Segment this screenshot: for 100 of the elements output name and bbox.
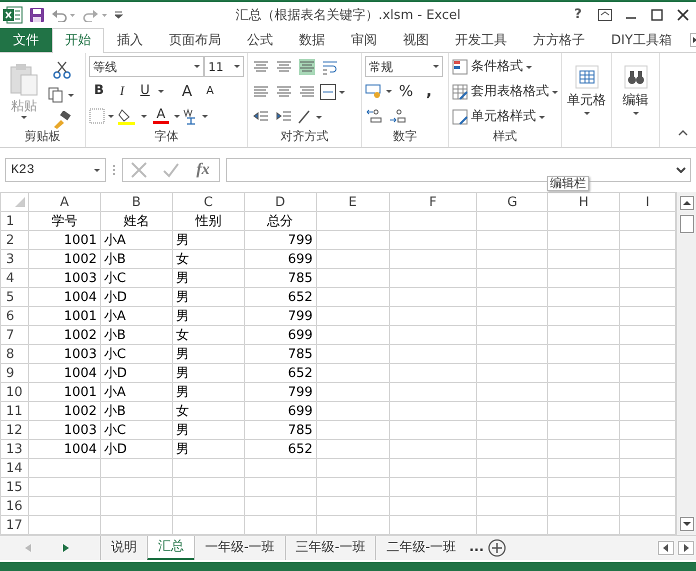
scroll-up-icon[interactable] xyxy=(680,196,694,210)
ribbon-display-icon[interactable] xyxy=(598,9,612,21)
ribbon-tab[interactable]: 公式 xyxy=(234,28,286,52)
format-as-table-button[interactable]: 套用表格格式 xyxy=(452,81,558,103)
column-header[interactable]: I xyxy=(620,192,676,212)
column-header[interactable]: G xyxy=(476,192,548,212)
format-painter-icon[interactable] xyxy=(53,111,71,129)
ribbon-tab[interactable]: 审阅 xyxy=(338,28,390,52)
caret-icon xyxy=(632,112,638,116)
close-icon[interactable] xyxy=(677,9,689,21)
collapse-ribbon-icon[interactable] xyxy=(678,130,688,136)
column-header[interactable]: H xyxy=(548,192,620,212)
cell-styles-button[interactable]: 单元格样式 xyxy=(452,106,545,128)
ribbon-tab[interactable]: DIY工具箱 xyxy=(598,28,685,52)
next-sheet-icon[interactable] xyxy=(63,544,69,552)
increase-decimal-icon[interactable] xyxy=(366,108,384,124)
scroll-down-icon[interactable] xyxy=(680,517,694,531)
bold-button[interactable]: B xyxy=(89,80,109,102)
scroll-left-icon[interactable] xyxy=(658,541,674,555)
maximize-icon[interactable] xyxy=(651,9,663,21)
bottom-align-icon[interactable] xyxy=(299,59,315,75)
more-sheets-indicator[interactable]: ... xyxy=(466,538,487,558)
column-header[interactable]: E xyxy=(316,192,389,212)
column-header[interactable]: A xyxy=(28,192,100,212)
sheet-tab[interactable]: 一年级-一班 xyxy=(194,536,285,560)
insert-function-button[interactable]: fx xyxy=(193,159,213,181)
column-header[interactable]: B xyxy=(100,192,172,212)
scroll-thumb[interactable] xyxy=(680,215,694,233)
help-button[interactable]: ? xyxy=(567,4,589,26)
cell-style-icon xyxy=(452,109,468,125)
orientation-icon[interactable] xyxy=(297,109,323,125)
scissors-icon[interactable] xyxy=(53,61,71,79)
table-cell: 男 xyxy=(172,364,244,382)
merge-center-icon[interactable] xyxy=(320,84,346,100)
decrease-decimal-icon[interactable] xyxy=(389,108,407,124)
fill-color-icon[interactable] xyxy=(118,107,148,125)
copy-icon[interactable] xyxy=(48,87,76,103)
caret-icon xyxy=(21,116,27,120)
number-format-field[interactable]: 常规 xyxy=(365,56,443,77)
new-sheet-icon[interactable] xyxy=(488,539,506,557)
row-header[interactable]: 6 xyxy=(0,306,28,326)
comma-button[interactable]: , xyxy=(419,80,439,102)
row-header[interactable]: 7 xyxy=(0,326,28,344)
sheet-tab[interactable]: 汇总 xyxy=(147,536,194,560)
ribbon-tab[interactable]: 插入 xyxy=(104,28,156,52)
wrap-text-icon[interactable] xyxy=(322,59,338,75)
table-cell: 1003 xyxy=(28,268,100,288)
row-header[interactable]: 10 xyxy=(0,382,28,402)
caret-icon xyxy=(552,90,558,94)
table-cell: 小B xyxy=(100,250,172,268)
row-header[interactable]: 8 xyxy=(0,344,28,364)
row-header[interactable]: 11 xyxy=(0,402,28,420)
font-name-field[interactable]: 等线 xyxy=(89,56,204,77)
table-cell: 小D xyxy=(100,288,172,306)
row-header[interactable]: 15 xyxy=(0,478,28,496)
phonetic-guide-icon[interactable] xyxy=(183,107,209,125)
undo-icon[interactable] xyxy=(51,8,77,22)
column-header[interactable]: F xyxy=(389,192,477,212)
increase-font-size-button[interactable]: A xyxy=(177,80,197,102)
sheet-tab[interactable]: 二年级-一班 xyxy=(375,536,466,560)
name-box[interactable]: K23 xyxy=(5,158,106,182)
column-header[interactable]: C xyxy=(172,192,244,212)
underline-button[interactable]: U xyxy=(135,80,155,102)
row-header[interactable]: 1 xyxy=(0,212,28,230)
save-icon[interactable] xyxy=(29,7,45,23)
conditional-formatting-button[interactable]: 条件格式 xyxy=(452,56,532,78)
ribbon-tab[interactable]: 开发工具 xyxy=(442,28,520,52)
table-cell: 1004 xyxy=(28,364,100,382)
row-header[interactable]: 16 xyxy=(0,496,28,516)
ribbon-tab[interactable]: 页面布局 xyxy=(156,28,234,52)
table-cell: 1001 xyxy=(28,230,100,250)
group-label: 数字 xyxy=(392,128,418,145)
ribbon-tab[interactable]: 视图 xyxy=(390,28,442,52)
percent-button[interactable]: % xyxy=(396,80,416,102)
accounting-format-icon[interactable] xyxy=(365,83,393,99)
italic-button[interactable]: I xyxy=(112,80,132,102)
sheet-tab[interactable]: 三年级-一班 xyxy=(284,536,376,560)
table-cell: 小C xyxy=(100,420,172,440)
customize-toolbar-icon[interactable] xyxy=(115,11,123,19)
column-header[interactable]: D xyxy=(244,192,316,212)
cells-button[interactable]: 单元格 xyxy=(565,56,608,124)
ribbon-tab[interactable]: 开始 xyxy=(52,28,104,53)
borders-icon[interactable] xyxy=(89,108,115,124)
row-header[interactable]: 2 xyxy=(0,230,28,250)
row-header[interactable]: 9 xyxy=(0,364,28,382)
row-header[interactable]: 4 xyxy=(0,268,28,288)
decrease-font-size-button[interactable]: A xyxy=(200,80,220,102)
editing-button[interactable]: 编辑 xyxy=(615,56,656,124)
row-header[interactable]: 5 xyxy=(0,288,28,306)
row-header[interactable]: 17 xyxy=(0,516,28,534)
scroll-right-icon[interactable] xyxy=(678,541,694,555)
row-header[interactable]: 13 xyxy=(0,440,28,458)
font-size-field[interactable]: 11 xyxy=(204,56,244,77)
ribbon-tab[interactable]: 方方格子 xyxy=(520,28,598,52)
file-tab[interactable]: 文件 xyxy=(0,28,52,52)
row-header[interactable]: 14 xyxy=(0,458,28,478)
row-header[interactable]: 3 xyxy=(0,250,28,268)
ribbon-tab[interactable]: 数据 xyxy=(286,28,338,52)
row-header[interactable]: 12 xyxy=(0,420,28,440)
font-color-button[interactable]: A xyxy=(151,105,171,127)
